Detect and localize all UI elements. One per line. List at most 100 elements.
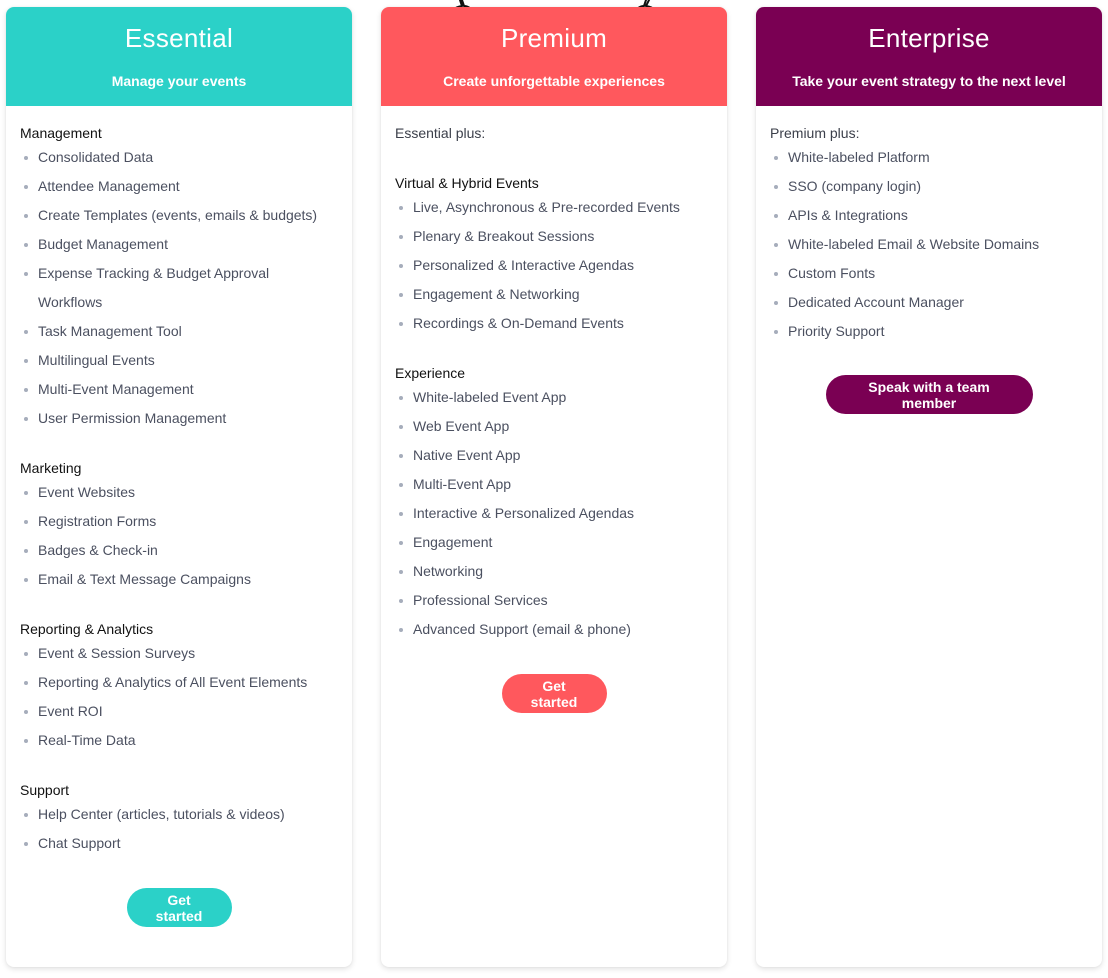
feature-item: Native Event App — [395, 441, 713, 470]
bullet-icon — [399, 206, 403, 210]
get-started-button-essential[interactable]: Get started — [126, 888, 232, 927]
feature-item: Plenary & Breakout Sessions — [395, 222, 713, 251]
feature-item: White-labeled Event App — [395, 383, 713, 412]
section-title: Virtual & Hybrid Events — [395, 175, 539, 191]
plan-title: Enterprise — [868, 23, 990, 53]
speak-with-team-button[interactable]: Speak with a team member — [825, 375, 1033, 414]
section-title: Management — [20, 125, 102, 141]
feature-section-support: Support Help Center (articles, tutorials… — [20, 780, 338, 858]
feature-item: Web Event App — [395, 412, 713, 441]
cta-container: Get started — [395, 674, 713, 713]
bullet-icon — [24, 330, 28, 334]
feature-list: Consolidated Data Attendee Management Cr… — [20, 143, 338, 433]
bullet-icon — [399, 454, 403, 458]
plan-subtitle: Create unforgettable experiences — [443, 73, 665, 89]
bullet-icon — [774, 272, 778, 276]
bullet-icon — [774, 330, 778, 334]
bullet-icon — [774, 185, 778, 189]
plan-header-premium: Premium Create unforgettable experiences — [381, 7, 727, 106]
feature-item: Live, Asynchronous & Pre-recorded Events — [395, 193, 713, 222]
feature-item: Chat Support — [20, 829, 338, 858]
feature-item: APIs & Integrations — [770, 201, 1088, 230]
feature-item: White-labeled Email & Website Domains — [770, 230, 1088, 259]
feature-item: Multi-Event Management — [20, 375, 338, 404]
feature-item: Priority Support — [770, 317, 1088, 346]
bullet-icon — [24, 214, 28, 218]
feature-section-management: Management Consolidated Data Attendee Ma… — [20, 123, 338, 433]
bullet-icon — [24, 710, 28, 714]
feature-item: Reporting & Analytics of All Event Eleme… — [20, 668, 338, 697]
plan-card-enterprise: Enterprise Take your event strategy to t… — [756, 7, 1102, 967]
plan-subtitle: Manage your events — [111, 73, 247, 89]
feature-item: Event & Session Surveys — [20, 639, 338, 668]
feature-list: White-labeled Platform SSO (company logi… — [770, 143, 1088, 346]
plan-body: Management Consolidated Data Attendee Ma… — [6, 106, 352, 927]
plan-title: Essential — [124, 23, 234, 53]
feature-item: Consolidated Data — [20, 143, 338, 172]
feature-item: Badges & Check-in — [20, 536, 338, 565]
feature-item: SSO (company login) — [770, 172, 1088, 201]
get-started-button-premium[interactable]: Get started — [501, 674, 607, 713]
feature-item: Help Center (articles, tutorials & video… — [20, 800, 338, 829]
feature-item: Expense Tracking & Budget Approval Workf… — [20, 259, 338, 317]
bullet-icon — [399, 570, 403, 574]
feature-item: Task Management Tool — [20, 317, 338, 346]
bullet-icon — [399, 541, 403, 545]
bullet-icon — [24, 359, 28, 363]
feature-section-reporting: Reporting & Analytics Event & Session Su… — [20, 619, 338, 755]
bullet-icon — [774, 243, 778, 247]
section-title: Experience — [395, 365, 466, 381]
feature-list: White-labeled Event App Web Event App Na… — [395, 383, 713, 644]
cta-container: Get started — [20, 888, 338, 927]
feature-item: Networking — [395, 557, 713, 586]
bullet-icon — [24, 156, 28, 160]
bullet-icon — [24, 549, 28, 553]
bullet-icon — [24, 739, 28, 743]
plan-card-premium: Premium Create unforgettable experiences… — [381, 7, 727, 967]
feature-list: Event & Session Surveys Reporting & Anal… — [20, 639, 338, 755]
feature-section-marketing: Marketing Event Websites Registration Fo… — [20, 458, 338, 594]
pricing-plans: Essential Manage your events Management … — [0, 0, 1108, 978]
plan-header-enterprise: Enterprise Take your event strategy to t… — [756, 7, 1102, 106]
feature-item: Event Websites — [20, 478, 338, 507]
feature-item: User Permission Management — [20, 404, 338, 433]
feature-item: Engagement & Networking — [395, 280, 713, 309]
bullet-icon — [774, 156, 778, 160]
bullet-icon — [24, 417, 28, 421]
feature-item: White-labeled Platform — [770, 143, 1088, 172]
bullet-icon — [24, 681, 28, 685]
feature-section-experience: Experience White-labeled Event App Web E… — [395, 363, 713, 644]
bullet-icon — [24, 185, 28, 189]
plan-title: Premium — [500, 23, 608, 53]
bullet-icon — [399, 322, 403, 326]
feature-item: Professional Services — [395, 586, 713, 615]
bullet-icon — [24, 272, 28, 276]
bullet-icon — [774, 301, 778, 305]
bullet-icon — [24, 842, 28, 846]
feature-item: Multilingual Events — [20, 346, 338, 375]
section-title: Reporting & Analytics — [20, 621, 154, 637]
bullet-icon — [399, 264, 403, 268]
bullet-icon — [24, 520, 28, 524]
feature-item: Recordings & On-Demand Events — [395, 309, 713, 338]
feature-item: Real-Time Data — [20, 726, 338, 755]
bullet-icon — [399, 293, 403, 297]
feature-item: Interactive & Personalized Agendas — [395, 499, 713, 528]
feature-item: Personalized & Interactive Agendas — [395, 251, 713, 280]
bullet-icon — [24, 813, 28, 817]
plan-intro: Premium plus: — [770, 125, 860, 141]
bullet-icon — [399, 425, 403, 429]
feature-list: Live, Asynchronous & Pre-recorded Events… — [395, 193, 713, 338]
feature-item: Create Templates (events, emails & budge… — [20, 201, 338, 230]
feature-item: Email & Text Message Campaigns — [20, 565, 338, 594]
bullet-icon — [24, 491, 28, 495]
feature-item: Budget Management — [20, 230, 338, 259]
bullet-icon — [24, 578, 28, 582]
feature-item: Attendee Management — [20, 172, 338, 201]
plan-card-essential: Essential Manage your events Management … — [6, 7, 352, 967]
feature-section-virtual-hybrid: Virtual & Hybrid Events Live, Asynchrono… — [395, 173, 713, 338]
feature-list: Event Websites Registration Forms Badges… — [20, 478, 338, 594]
plan-body: Essential plus: Virtual & Hybrid Events … — [381, 106, 727, 713]
bullet-icon — [399, 396, 403, 400]
section-title: Marketing — [20, 460, 82, 476]
